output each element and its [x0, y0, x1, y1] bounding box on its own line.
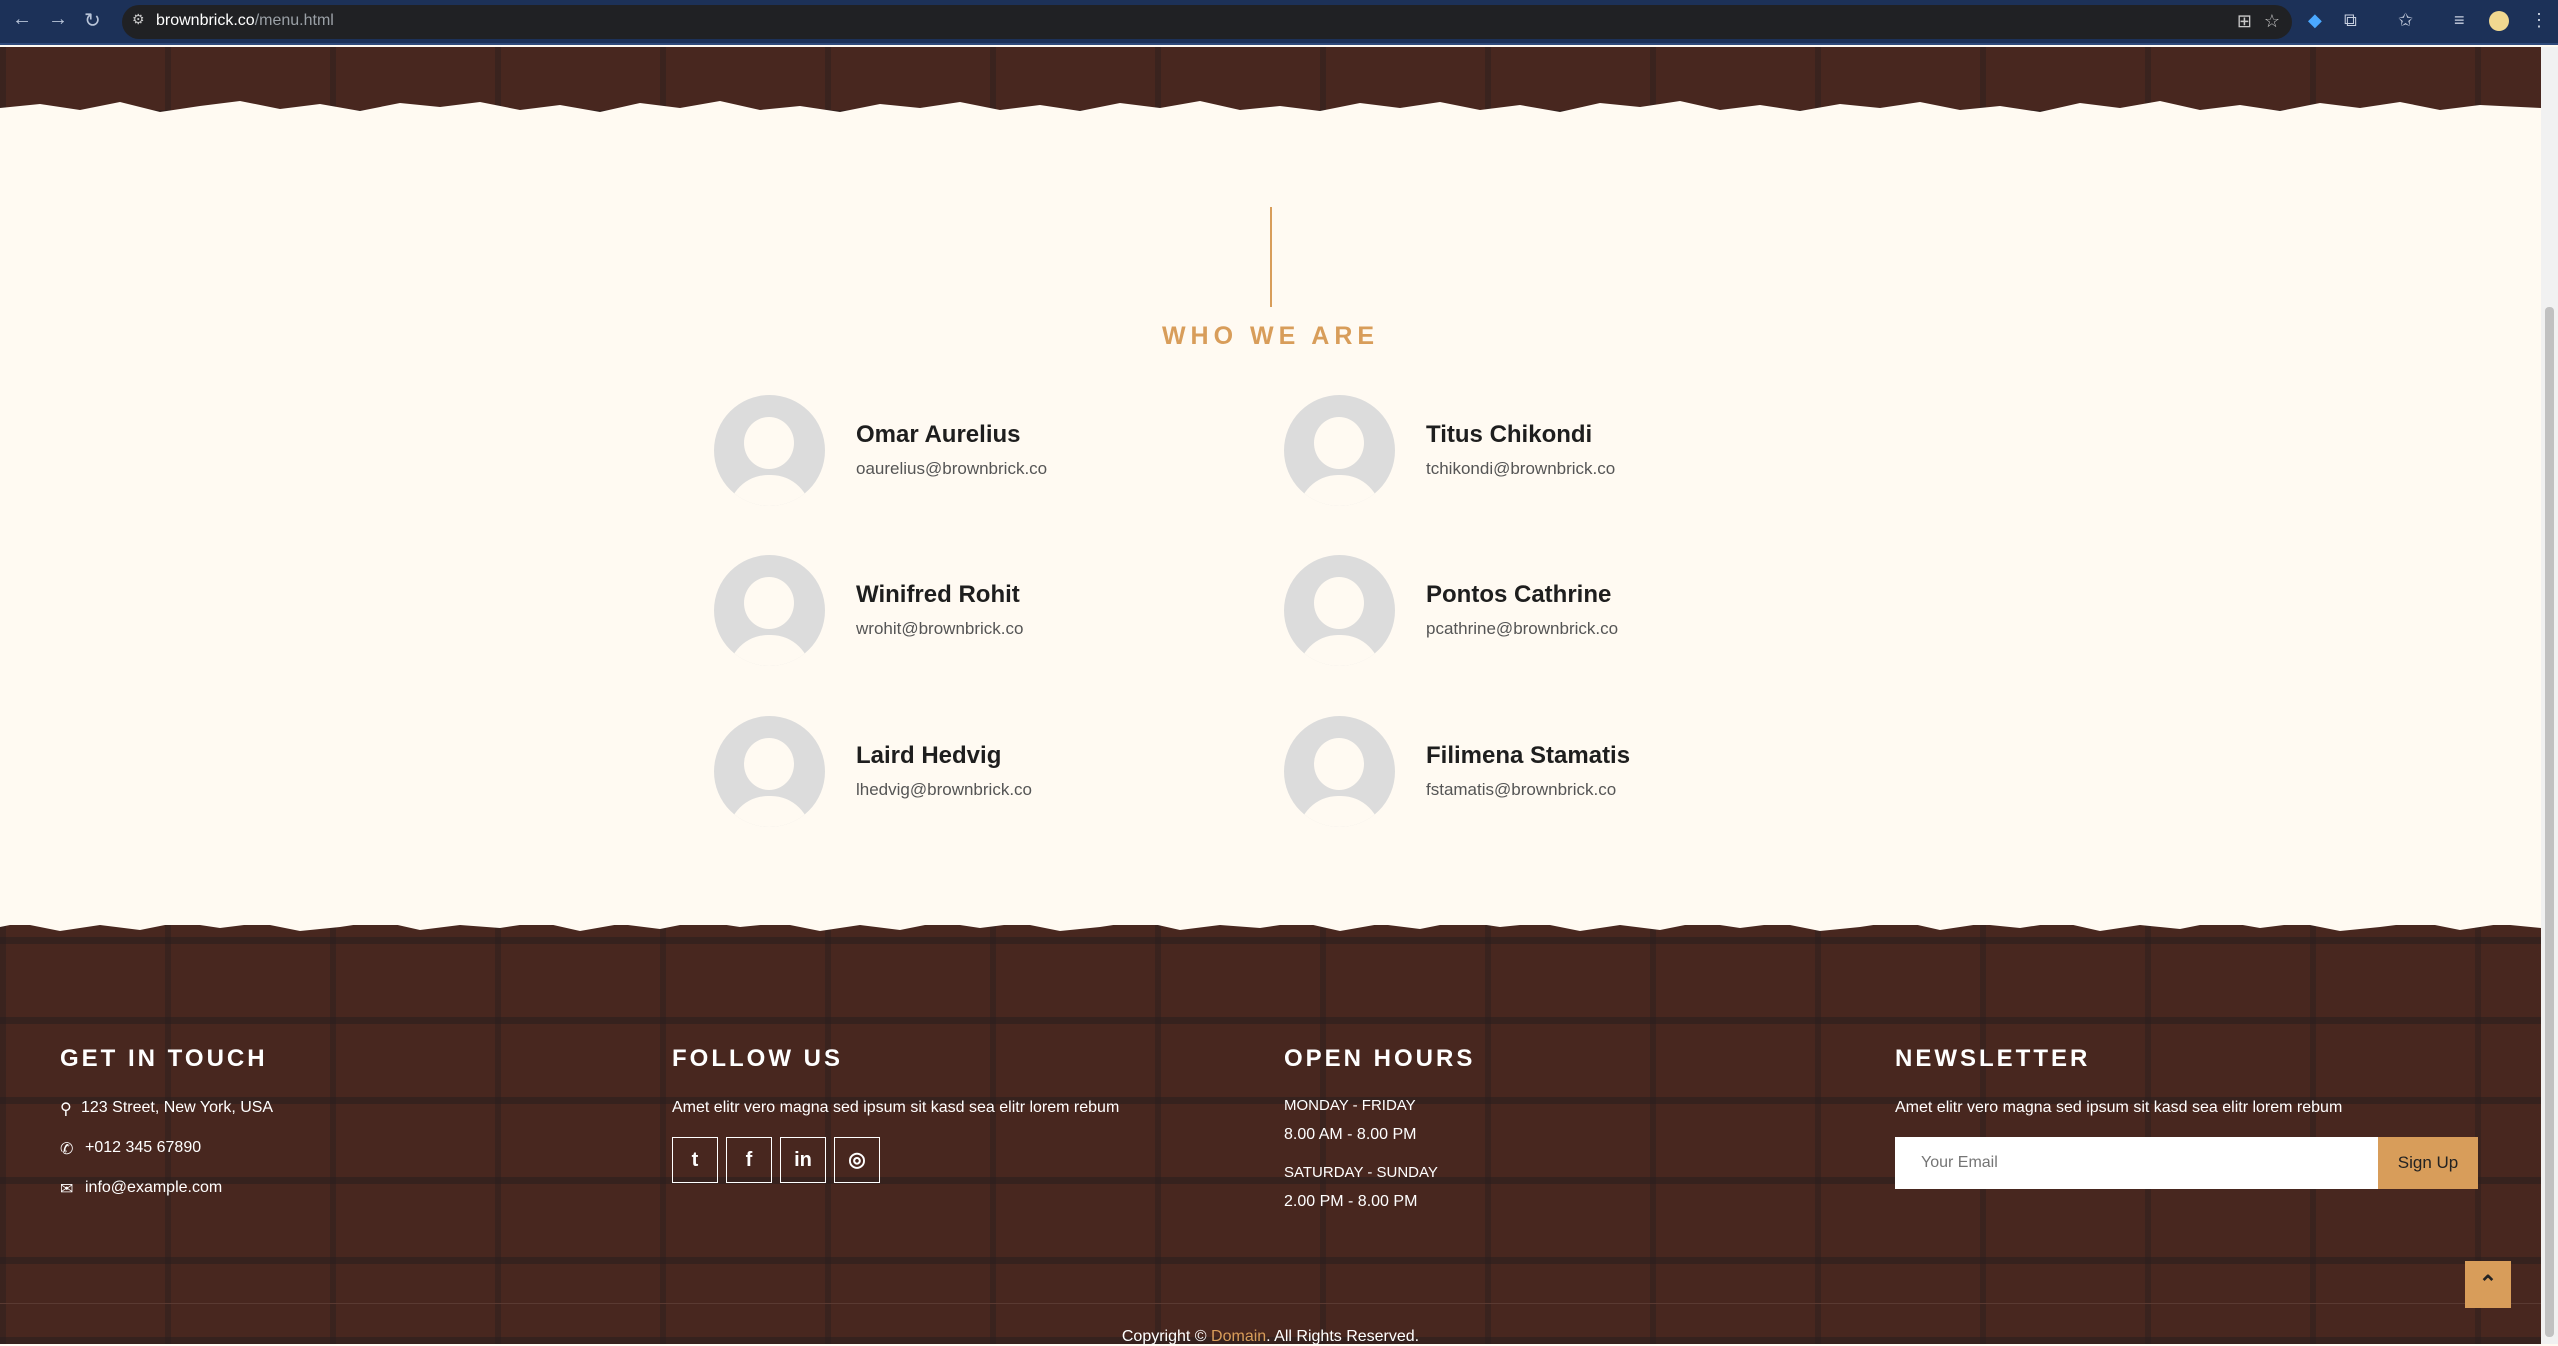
scrollbar-thumb[interactable] — [2545, 307, 2554, 1337]
follow-text: Amet elitr vero magna sed ipsum sit kasd… — [672, 1099, 1120, 1116]
reload-icon[interactable]: ↻ — [84, 8, 101, 33]
envelope-icon: ✉ — [60, 1181, 74, 1198]
torn-edge-top — [0, 101, 2541, 118]
newsletter-email-input[interactable] — [1895, 1137, 2378, 1189]
site-info-icon[interactable]: ⚙ — [132, 11, 145, 28]
team-member: Pontos Cathrine pcathrine@brownbrick.co — [1284, 555, 1804, 667]
member-email: oaurelius@brownbrick.co — [856, 459, 1048, 478]
instagram-icon: ◎ — [848, 1149, 866, 1171]
facebook-button[interactable]: f — [726, 1137, 772, 1183]
avatar-placeholder-icon — [1284, 555, 1395, 666]
newsletter-heading: NEWSLETTER — [1895, 1045, 2091, 1072]
extension-icon[interactable]: ◆ — [2308, 10, 2322, 31]
media-icon[interactable]: ≡ — [2454, 10, 2465, 31]
copyright: Copyright © Domain. All Rights Reserved. — [1121, 1328, 1420, 1345]
team-member: Omar Aurelius oaurelius@brownbrick.co — [714, 395, 1234, 507]
domain-link[interactable]: Domain — [1211, 1328, 1266, 1345]
member-name: Winifred Rohit — [856, 581, 1020, 608]
linkedin-icon: in — [794, 1149, 812, 1171]
back-to-top-button[interactable]: ⌃ — [2465, 1261, 2511, 1308]
follow-heading: FOLLOW US — [672, 1045, 843, 1072]
twitter-button[interactable]: t — [672, 1137, 718, 1183]
torn-edge-footer — [0, 918, 2541, 931]
location-icon: ⚲ — [60, 1101, 72, 1118]
avatar-placeholder-icon — [1284, 395, 1395, 506]
facebook-icon: f — [745, 1149, 753, 1171]
section-divider-line — [1270, 207, 1272, 307]
member-email: tchikondi@brownbrick.co — [1426, 459, 1616, 478]
address-bar[interactable]: ⚙ brownbrick.co/menu.html ⊞ ☆ — [122, 5, 2292, 39]
phone-text: +012 345 67890 — [85, 1139, 202, 1156]
member-email: pcathrine@brownbrick.co — [1426, 619, 1619, 638]
team-member: Laird Hedvig lhedvig@brownbrick.co — [714, 716, 1234, 828]
extensions-puzzle-icon[interactable]: ⧉ — [2344, 10, 2357, 31]
team-member: Filimena Stamatis fstamatis@brownbrick.c… — [1284, 716, 1804, 828]
url-text: brownbrick.co/menu.html — [156, 12, 334, 29]
sign-up-button[interactable]: Sign Up — [2378, 1137, 2478, 1189]
email-link[interactable]: info@example.com — [85, 1179, 222, 1197]
forward-icon[interactable]: → — [48, 8, 68, 31]
twitter-icon: t — [691, 1149, 699, 1171]
member-email: wrohit@brownbrick.co — [856, 619, 1024, 638]
menu-icon[interactable]: ⋮ — [2530, 10, 2548, 31]
team-member: Winifred Rohit wrohit@brownbrick.co — [714, 555, 1234, 667]
weekday-label: MONDAY - FRIDAY — [1284, 1097, 1416, 1114]
address-text: 123 Street, New York, USA — [81, 1099, 274, 1116]
avatar-placeholder-icon — [714, 395, 825, 506]
member-name: Filimena Stamatis — [1426, 742, 1631, 769]
section-title: WHO WE ARE — [1161, 322, 1380, 350]
back-icon[interactable]: ← — [12, 8, 32, 31]
hours-heading: OPEN HOURS — [1284, 1045, 1476, 1072]
linkedin-button[interactable]: in — [780, 1137, 826, 1183]
avatar-placeholder-icon — [1284, 716, 1395, 827]
double-chevron-up-icon: ⌃ — [2478, 1271, 2498, 1296]
profile-avatar[interactable] — [2489, 11, 2509, 31]
avatar-placeholder-icon — [714, 716, 825, 827]
footer-divider — [0, 1303, 2541, 1304]
favorites-icon[interactable]: ✩ — [2398, 10, 2413, 31]
browser-toolbar: ← → ↻ ⚙ brownbrick.co/menu.html ⊞ ☆ ◆ ⧉ … — [0, 0, 2558, 45]
avatar-placeholder-icon — [714, 555, 825, 666]
newsletter-text: Amet elitr vero magna sed ipsum sit kasd… — [1895, 1099, 2343, 1116]
translate-icon[interactable]: ⊞ — [2237, 11, 2252, 32]
member-name: Titus Chikondi — [1426, 421, 1593, 448]
weekday-hours: 8.00 AM - 8.00 PM — [1284, 1126, 1417, 1143]
member-email: fstamatis@brownbrick.co — [1426, 780, 1617, 799]
scrollbar[interactable] — [2541, 47, 2558, 1344]
weekend-label: SATURDAY - SUNDAY — [1284, 1164, 1438, 1181]
member-email: lhedvig@brownbrick.co — [856, 780, 1033, 799]
team-member: Titus Chikondi tchikondi@brownbrick.co — [1284, 395, 1804, 507]
member-name: Pontos Cathrine — [1426, 581, 1612, 608]
contact-heading: GET IN TOUCH — [60, 1045, 268, 1072]
phone-icon: ✆ — [60, 1141, 74, 1158]
member-name: Laird Hedvig — [856, 742, 1002, 769]
footer: GET IN TOUCH FOLLOW US OPEN HOURS NEWSLE… — [0, 925, 2541, 1344]
weekend-hours: 2.00 PM - 8.00 PM — [1284, 1193, 1418, 1210]
member-name: Omar Aurelius — [856, 421, 1021, 448]
bookmark-star-icon[interactable]: ☆ — [2264, 11, 2280, 32]
instagram-button[interactable]: ◎ — [834, 1137, 880, 1183]
